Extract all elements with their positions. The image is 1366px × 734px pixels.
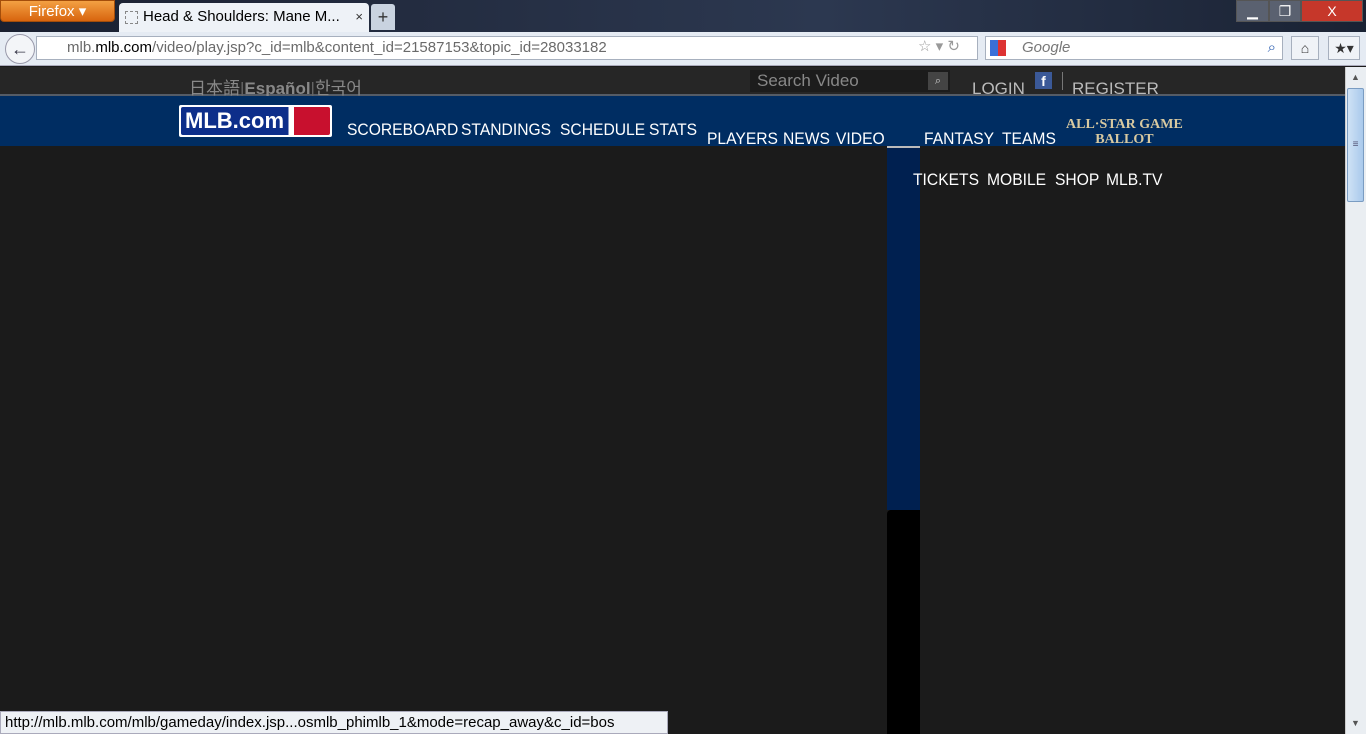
nav-schedule[interactable]: SCHEDULE [560, 120, 645, 140]
scroll-down-arrow-icon[interactable]: ▼ [1347, 715, 1364, 732]
search-icon[interactable]: ⌕ [1268, 37, 1276, 59]
nav-teams[interactable]: TEAMS [1002, 129, 1056, 149]
logo-text: MLB.com [181, 107, 330, 135]
nav-mobile[interactable]: MOBILE [987, 170, 1046, 190]
browser-tab[interactable]: Head & Shoulders: Mane M... × [119, 3, 369, 32]
reload-icon[interactable]: ↻ [947, 38, 960, 55]
new-tab-button[interactable]: + [371, 4, 395, 30]
tab-close-icon[interactable]: × [355, 3, 363, 31]
scroll-up-arrow-icon[interactable]: ▲ [1347, 69, 1364, 86]
nav-fantasy[interactable]: FANTASY [924, 129, 994, 149]
nav-mlbtv[interactable]: MLB.TV [1106, 170, 1162, 190]
nav-active-indicator [887, 146, 920, 148]
url-domain-pre: mlb. [67, 39, 96, 56]
nav-shop[interactable]: SHOP [1055, 170, 1099, 190]
search-placeholder: Google [1022, 39, 1071, 56]
url-domain: mlb.com [95, 39, 153, 56]
nav-stats[interactable]: STATS [649, 120, 697, 140]
bookmarks-button[interactable]: ★▾ [1328, 36, 1360, 60]
nav-video[interactable]: VIDEO [836, 129, 885, 149]
nav-players[interactable]: PLAYERS [707, 129, 778, 149]
search-video-input[interactable]: Search Video ⌕ [750, 70, 950, 92]
page-icon [125, 11, 138, 24]
url-bar[interactable]: mlb.mlb.com/video/play.jsp?c_id=mlb&cont… [36, 36, 978, 60]
status-bar: http://mlb.mlb.com/mlb/gameday/index.jsp… [0, 711, 668, 734]
home-button[interactable]: ⌂ [1291, 36, 1319, 60]
mlb-logo[interactable]: MLB.com [179, 105, 332, 137]
allstar-line2: BALLOT [1095, 132, 1154, 147]
scrollbar-thumb[interactable]: ≡ [1347, 88, 1364, 202]
back-button[interactable]: ← [5, 34, 35, 64]
url-bar-icons: ☆ ▾ ↻ [918, 37, 960, 55]
url-path: /video/play.jsp?c_id=mlb&content_id=2158… [152, 39, 607, 56]
minimize-button[interactable]: ▁ [1236, 0, 1269, 22]
nav-standings[interactable]: STANDINGS [461, 120, 551, 140]
search-icon[interactable]: ⌕ [928, 72, 948, 90]
nav-news[interactable]: NEWS [783, 129, 830, 149]
search-video-placeholder: Search Video [757, 71, 859, 90]
allstar-line1: ALL·STAR GAME [1066, 117, 1183, 132]
video-dropdown-column [887, 146, 920, 510]
close-window-button[interactable]: X [1301, 0, 1363, 22]
divider [1062, 72, 1063, 90]
allstar-ballot-link[interactable]: ALL·STAR GAME BALLOT [1066, 117, 1183, 147]
video-panel-edge [887, 510, 920, 734]
facebook-icon[interactable]: f [1035, 72, 1052, 89]
bookmark-star-icon[interactable]: ☆ [918, 38, 931, 55]
firefox-menu-button[interactable]: Firefox ▾ [0, 0, 115, 22]
search-engine-box[interactable]: Google ⌕ [985, 36, 1283, 60]
google-icon[interactable] [990, 40, 1006, 56]
dropdown-icon[interactable]: ▾ [936, 38, 944, 55]
nav-scoreboard[interactable]: SCOREBOARD [347, 120, 458, 140]
restore-button[interactable]: ❐ [1269, 0, 1301, 22]
nav-tickets[interactable]: TICKETS [913, 170, 979, 190]
tab-title: Head & Shoulders: Mane M... [143, 8, 340, 25]
